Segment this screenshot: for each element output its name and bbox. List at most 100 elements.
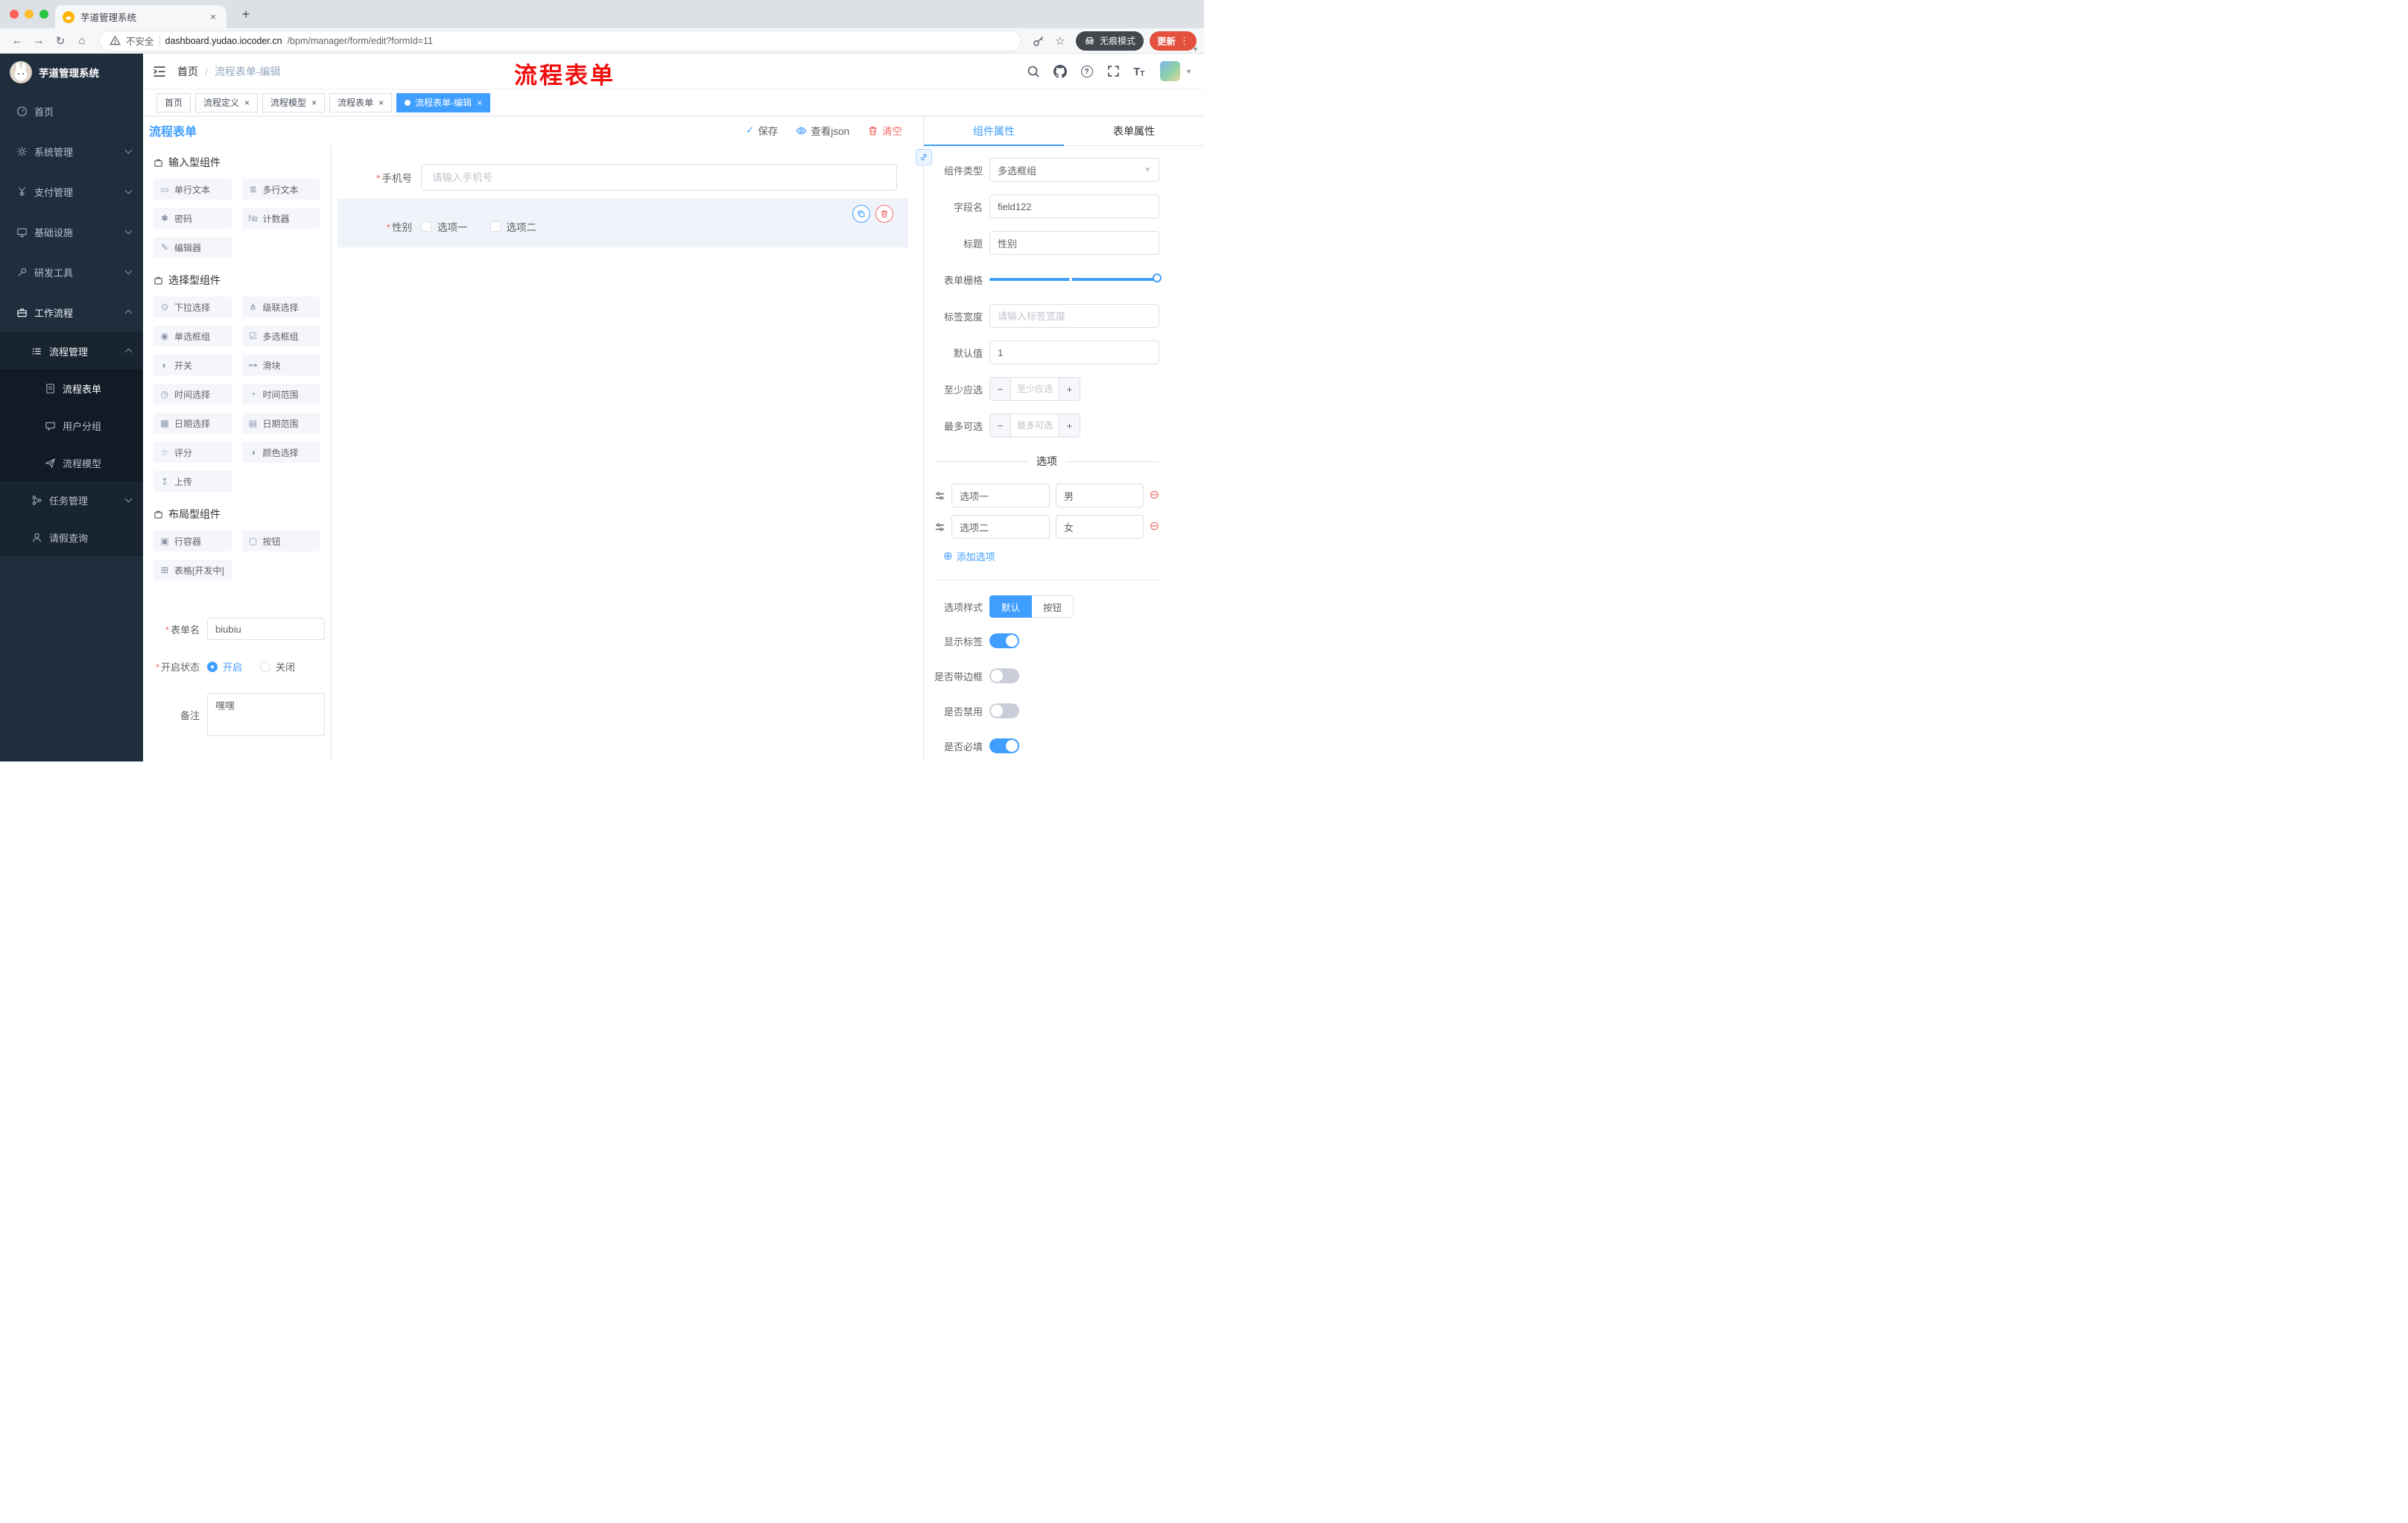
view-json-button[interactable]: 查看json xyxy=(796,123,849,138)
add-option-button[interactable]: ⊕ 添加选项 xyxy=(943,549,1159,563)
component-slider[interactable]: ⊶ 滑块 xyxy=(241,355,320,376)
status-off-radio[interactable]: 关闭 xyxy=(260,659,295,674)
tag-close-icon[interactable]: × xyxy=(477,98,482,108)
data-binding-link-icon[interactable] xyxy=(916,149,932,165)
delete-component-button[interactable] xyxy=(875,205,893,223)
gender-option-2-checkbox[interactable]: 选项二 xyxy=(489,219,536,234)
remove-option-icon[interactable]: ⊖ xyxy=(1150,521,1159,533)
component-password[interactable]: ✱ 密码 xyxy=(153,208,232,229)
tag-close-icon[interactable]: × xyxy=(378,98,384,108)
app-logo[interactable]: 芋道管理系统 xyxy=(0,54,143,91)
form-name-input[interactable] xyxy=(207,618,325,640)
tag-process-form-edit[interactable]: 流程表单-编辑 × xyxy=(396,92,491,113)
password-key-icon[interactable] xyxy=(1029,31,1048,51)
tag-process-model[interactable]: 流程模型 × xyxy=(262,92,326,113)
remove-option-icon[interactable]: ⊖ xyxy=(1150,490,1159,501)
sidebar-item-dev-tools[interactable]: 研发工具 xyxy=(0,252,143,292)
user-avatar[interactable] xyxy=(1160,61,1181,81)
sidebar-item-home[interactable]: 首页 xyxy=(0,91,143,131)
component-switch[interactable]: ◐ 开关 xyxy=(153,355,232,376)
breadcrumb-home[interactable]: 首页 xyxy=(177,64,198,79)
component-editor[interactable]: ✎ 编辑器 xyxy=(153,237,232,258)
component-time-range[interactable]: ◔ 时间范围 xyxy=(241,384,320,405)
sidebar-item-infrastructure[interactable]: 基础设施 xyxy=(0,212,143,252)
sidebar-item-leave-query[interactable]: 请假查询 xyxy=(0,519,143,556)
tab-form-props[interactable]: 表单属性 xyxy=(1064,116,1204,145)
sidebar-item-payment-management[interactable]: 支付管理 xyxy=(0,171,143,212)
new-tab-button[interactable]: + xyxy=(237,6,255,24)
update-browser-button[interactable]: 更新 ⋮ xyxy=(1149,31,1197,51)
component-radio-group[interactable]: ◉ 单选框组 xyxy=(153,326,232,346)
increase-button[interactable]: + xyxy=(1059,414,1080,437)
title-input[interactable] xyxy=(989,231,1159,255)
close-window-button[interactable] xyxy=(10,10,19,19)
component-single-line-text[interactable]: ▭ 单行文本 xyxy=(153,179,232,200)
component-row-container[interactable]: ▣ 行容器 xyxy=(153,531,232,551)
grid-slider[interactable] xyxy=(989,267,1162,291)
tag-process-definition[interactable]: 流程定义 × xyxy=(195,92,259,113)
component-button[interactable]: ▢ 按钮 xyxy=(241,531,320,551)
sidebar-item-system-management[interactable]: 系统管理 xyxy=(0,131,143,171)
status-on-radio[interactable]: 开启 xyxy=(207,659,242,674)
style-button-button[interactable]: 按钮 xyxy=(1032,595,1074,618)
tag-process-form[interactable]: 流程表单 × xyxy=(329,92,393,113)
slider-track[interactable] xyxy=(989,278,1159,281)
decrease-button[interactable]: − xyxy=(990,414,1011,437)
component-cascader[interactable]: ⋔ 级联选择 xyxy=(241,297,320,317)
sidebar-item-process-form[interactable]: 流程表单 xyxy=(0,370,143,407)
max-select-input[interactable] xyxy=(1011,414,1059,437)
min-select-input[interactable] xyxy=(1011,378,1059,400)
disabled-toggle[interactable] xyxy=(989,703,1019,718)
zoom-window-button[interactable] xyxy=(39,10,48,19)
border-toggle[interactable] xyxy=(989,668,1019,683)
save-button[interactable]: ✓ 保存 xyxy=(746,123,778,138)
phone-field[interactable]: * 手机号 xyxy=(332,164,897,191)
component-rate[interactable]: ☆ 评分 xyxy=(153,442,232,463)
decrease-button[interactable]: − xyxy=(990,378,1011,400)
font-size-icon[interactable]: TT xyxy=(1133,64,1147,78)
show-label-toggle[interactable] xyxy=(989,633,1019,648)
gender-option-1-checkbox[interactable]: 选项一 xyxy=(421,219,468,234)
phone-input[interactable] xyxy=(421,164,897,191)
component-type-select[interactable]: 多选框组 ▼ xyxy=(989,158,1159,182)
style-default-button[interactable]: 默认 xyxy=(989,595,1033,618)
address-bar[interactable]: 不安全 dashboard.yudao.iocoder.cn /bpm/mana… xyxy=(99,30,1021,51)
sidebar-item-task-management[interactable]: 任务管理 xyxy=(0,481,143,519)
component-time-picker[interactable]: ◷ 时间选择 xyxy=(153,384,232,405)
tab-component-props[interactable]: 组件属性 xyxy=(924,116,1064,146)
sidebar-item-user-group[interactable]: 用户分组 xyxy=(0,407,143,444)
field-name-input[interactable] xyxy=(989,194,1159,218)
component-checkbox-group[interactable]: ☑ 多选框组 xyxy=(241,326,320,346)
help-icon[interactable]: ? xyxy=(1080,64,1094,78)
copy-component-button[interactable] xyxy=(852,205,870,223)
gender-field-selected[interactable]: * 性别 选项一 选项二 xyxy=(338,198,908,247)
remark-textarea[interactable]: 嘿嘿 xyxy=(207,693,325,736)
home-icon[interactable]: ⌂ xyxy=(72,31,92,51)
sidebar-item-process-management[interactable]: 流程管理 xyxy=(0,332,143,370)
component-date-picker[interactable]: ▦ 日期选择 xyxy=(153,413,232,434)
bookmark-star-icon[interactable]: ☆ xyxy=(1051,31,1070,51)
back-icon[interactable]: ← xyxy=(7,31,27,51)
search-icon[interactable] xyxy=(1026,64,1040,78)
default-value-input[interactable] xyxy=(989,341,1159,364)
component-table-wip[interactable]: ⊞ 表格[开发中] xyxy=(153,560,232,580)
reload-icon[interactable]: ↻ xyxy=(51,31,70,51)
option-1-value-input[interactable] xyxy=(1055,484,1144,507)
tag-close-icon[interactable]: × xyxy=(244,98,250,108)
clear-button[interactable]: 清空 xyxy=(867,123,902,138)
sidebar-item-process-model[interactable]: 流程模型 xyxy=(0,444,143,481)
drag-handle-icon[interactable] xyxy=(934,490,945,501)
toolbar-overflow-caret-icon[interactable]: ▼ xyxy=(1192,45,1199,53)
required-toggle[interactable] xyxy=(989,738,1019,753)
component-counter[interactable]: № 计数器 xyxy=(241,208,320,229)
component-date-range[interactable]: ▤ 日期范围 xyxy=(241,413,320,434)
fullscreen-icon[interactable] xyxy=(1106,64,1121,78)
component-select[interactable]: ⊙ 下拉选择 xyxy=(153,297,232,317)
minimize-window-button[interactable] xyxy=(25,10,34,19)
label-width-input[interactable] xyxy=(989,304,1159,328)
option-2-label-input[interactable] xyxy=(951,515,1050,539)
forward-icon[interactable]: → xyxy=(29,31,48,51)
browser-tab[interactable]: 芋道管理系统 × xyxy=(55,5,226,28)
increase-button[interactable]: + xyxy=(1059,378,1080,400)
component-upload[interactable]: ↥ 上传 xyxy=(153,471,232,492)
